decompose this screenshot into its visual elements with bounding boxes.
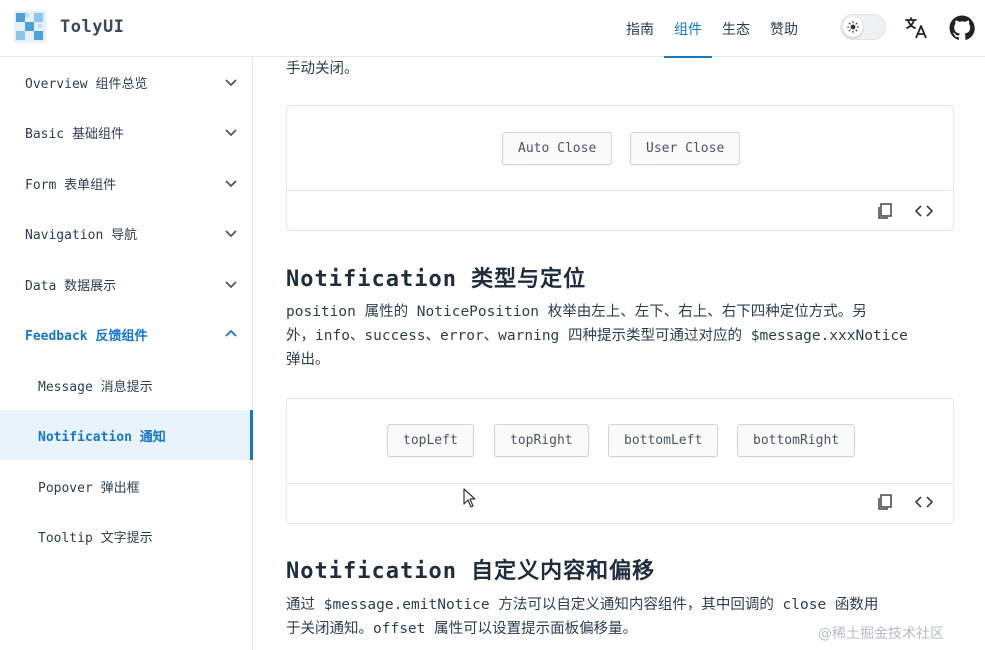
copy-icon[interactable] xyxy=(874,491,896,513)
section-title-custom: Notification 自定义内容和偏移 xyxy=(286,559,656,584)
sidebar-item-popover[interactable]: Popover 弹出框 xyxy=(0,461,253,511)
sidebar-item-message[interactable]: Message 消息提示 xyxy=(0,360,253,410)
demo-preview: topLeft topRight bottomLeft bottomRight xyxy=(287,399,953,484)
auto-close-button[interactable]: Auto Close xyxy=(502,132,613,165)
translate-icon[interactable] xyxy=(902,14,930,42)
sidebar-group-form[interactable]: Form 表单组件 xyxy=(0,158,253,208)
section-desc-line: 弹出。 xyxy=(286,352,330,368)
nav-ecosystem[interactable]: 生态 xyxy=(712,0,760,57)
sidebar-group-feedback[interactable]: Feedback 反馈组件 xyxy=(0,309,253,359)
theme-toggle[interactable] xyxy=(840,14,886,40)
chevron-down-icon xyxy=(225,129,237,137)
github-icon[interactable] xyxy=(948,14,976,42)
sidebar: Overview 组件总览 Basic 基础组件 Form 表单组件 Navig… xyxy=(0,57,253,650)
demo-card-close: Auto Close User Close xyxy=(286,105,954,231)
intro-text-tail: 手动关闭。 xyxy=(286,61,359,77)
sidebar-group-basic[interactable]: Basic 基础组件 xyxy=(0,107,253,157)
sidebar-group-label: Navigation 导航 xyxy=(25,227,138,243)
chevron-down-icon xyxy=(225,79,237,87)
sidebar-group-label: Feedback 反馈组件 xyxy=(25,328,148,344)
chevron-up-icon xyxy=(225,329,237,337)
sidebar-group-data[interactable]: Data 数据展示 xyxy=(0,259,253,309)
mouse-cursor-icon xyxy=(463,488,476,508)
sidebar-group-navigation[interactable]: Navigation 导航 xyxy=(0,208,253,258)
logo-icon[interactable] xyxy=(14,11,46,43)
user-close-button[interactable]: User Close xyxy=(630,132,741,165)
demo-card-position: topLeft topRight bottomLeft bottomRight xyxy=(286,398,954,524)
sidebar-group-label: Basic 基础组件 xyxy=(25,126,124,142)
sidebar-group-label: Data 数据展示 xyxy=(25,278,117,294)
main-content: 手动关闭。 Auto Close User Close Notification… xyxy=(253,57,985,650)
chevron-down-icon xyxy=(225,281,237,289)
section-desc-line: position 属性的 NoticePosition 枚举由左上、左下、右上、… xyxy=(286,304,867,320)
sun-icon xyxy=(843,17,863,37)
sidebar-group-label: Form 表单组件 xyxy=(25,177,117,193)
chevron-down-icon xyxy=(225,230,237,238)
nav-components[interactable]: 组件 xyxy=(664,0,712,58)
code-icon[interactable] xyxy=(913,491,935,513)
sidebar-item-tooltip[interactable]: Tooltip 文字提示 xyxy=(0,511,253,561)
code-icon[interactable] xyxy=(913,200,935,222)
section-desc-line: 外，info、success、error、warning 四种提示类型可通过对应… xyxy=(286,328,908,344)
copy-icon[interactable] xyxy=(874,200,896,222)
sidebar-group-overview[interactable]: Overview 组件总览 xyxy=(0,57,253,107)
nav-guide[interactable]: 指南 xyxy=(616,0,664,57)
top-left-button[interactable]: topLeft xyxy=(387,424,474,457)
top-header: TolyUI 指南 组件 生态 赞助 xyxy=(0,0,985,58)
bottom-right-button[interactable]: bottomRight xyxy=(737,424,856,457)
sidebar-item-notification[interactable]: Notification 通知 xyxy=(0,410,253,460)
brand-name[interactable]: TolyUI xyxy=(60,17,124,37)
nav-sponsor[interactable]: 赞助 xyxy=(760,0,808,57)
top-nav: 指南 组件 生态 赞助 xyxy=(616,0,808,58)
watermark: @稀土掘金技术社区 xyxy=(818,626,944,642)
top-right-button[interactable]: topRight xyxy=(494,424,589,457)
sidebar-group-label: Overview 组件总览 xyxy=(25,76,148,92)
section-desc-line: 通过 $message.emitNotice 方法可以自定义通知内容组件，其中回… xyxy=(286,597,879,613)
chevron-down-icon xyxy=(225,180,237,188)
demo-preview: Auto Close User Close xyxy=(287,106,953,191)
bottom-left-button[interactable]: bottomLeft xyxy=(608,424,719,457)
section-title-position: Notification 类型与定位 xyxy=(286,267,587,292)
